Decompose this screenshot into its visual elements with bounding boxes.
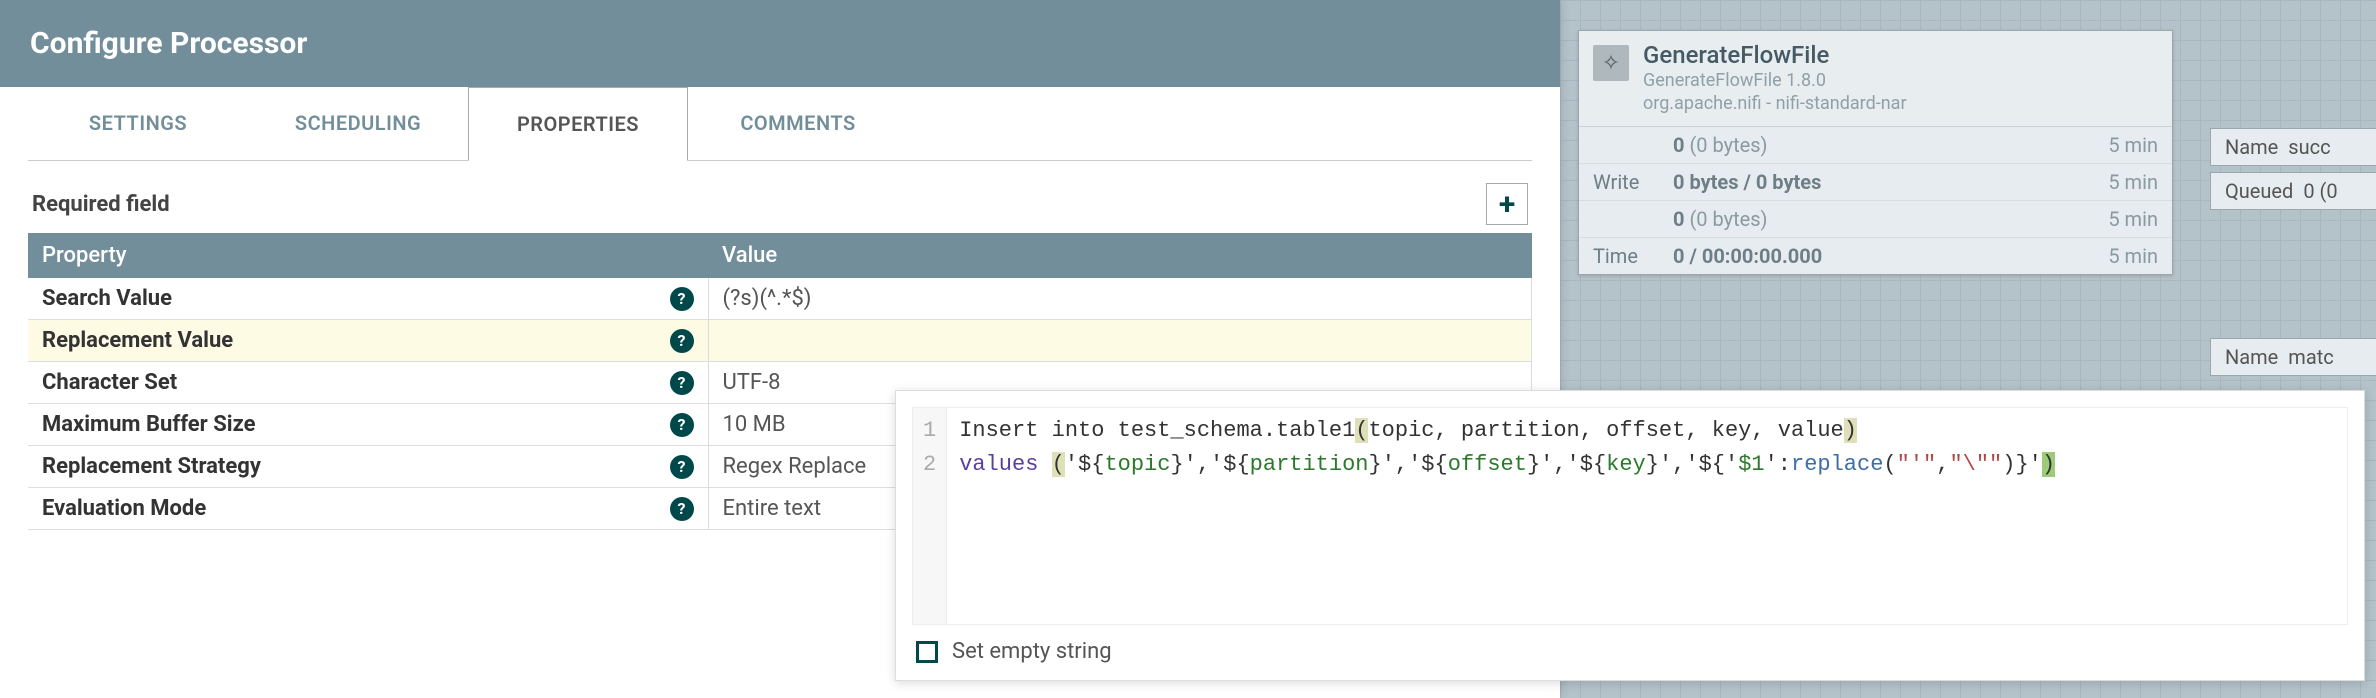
processor-title: GenerateFlowFile	[1643, 41, 1907, 69]
stat-time: 5 min	[2108, 244, 2158, 268]
processor-subtitle-version: GenerateFlowFile 1.8.0	[1643, 69, 1907, 92]
stat-time: 5 min	[2108, 170, 2158, 194]
property-name: Replacement Value	[42, 328, 233, 353]
set-empty-string-checkbox[interactable]	[916, 641, 938, 663]
tab-settings[interactable]: SETTINGS	[28, 87, 248, 160]
stat-value: 0 (0 bytes)	[1673, 207, 1768, 231]
line-number: 2	[923, 448, 936, 482]
processor-header: ✧ GenerateFlowFile GenerateFlowFile 1.8.…	[1579, 31, 2172, 127]
connection-label-key: Queued	[2225, 179, 2293, 203]
property-name: Maximum Buffer Size	[42, 412, 255, 437]
processor-stat-row: 0 (0 bytes) 5 min	[1579, 201, 2172, 238]
help-icon[interactable]: ?	[670, 413, 694, 437]
property-name-cell: Maximum Buffer Size?	[28, 404, 708, 446]
stat-time: 5 min	[2108, 207, 2158, 231]
set-empty-string-label: Set empty string	[952, 639, 1112, 664]
stat-label	[1593, 133, 1663, 157]
plus-icon: +	[1499, 187, 1515, 222]
property-name: Character Set	[42, 370, 177, 395]
processor-card[interactable]: ✧ GenerateFlowFile GenerateFlowFile 1.8.…	[1578, 30, 2173, 275]
property-name-cell: Evaluation Mode?	[28, 488, 708, 530]
processor-stat-row: Time 0 / 00:00:00.000 5 min	[1579, 238, 2172, 274]
processor-stat-row: 0 (0 bytes) 5 min	[1579, 127, 2172, 164]
property-name: Replacement Strategy	[42, 454, 261, 479]
property-name-cell: Search Value?	[28, 278, 708, 320]
connection-label-value: succ	[2288, 135, 2330, 159]
processor-subtitle-bundle: org.apache.nifi - nifi-standard-nar	[1643, 92, 1907, 115]
property-name-cell: Replacement Value?	[28, 320, 708, 362]
connection-label-box[interactable]: Name matc	[2210, 338, 2376, 376]
connection-label-key: Name	[2225, 135, 2278, 159]
code-gutter: 12	[913, 408, 947, 624]
connection-label-key: Name	[2225, 345, 2278, 369]
tab-properties[interactable]: PROPERTIES	[468, 87, 688, 161]
column-header-value: Value	[708, 233, 1532, 278]
processor-stat-row: Write 0 bytes / 0 bytes 5 min	[1579, 164, 2172, 201]
help-icon[interactable]: ?	[670, 497, 694, 521]
connection-label-value: matc	[2288, 345, 2333, 369]
property-row[interactable]: Replacement Value?	[28, 320, 1532, 362]
stat-label: Time	[1593, 244, 1663, 268]
property-name-cell: Character Set?	[28, 362, 708, 404]
column-header-property: Property	[28, 233, 708, 278]
stat-label: Write	[1593, 170, 1663, 194]
stat-value: 0 (0 bytes)	[1673, 133, 1768, 157]
code-editor[interactable]: 12 Insert into test_schema.table1(topic,…	[912, 407, 2348, 625]
value-editor-popup: 12 Insert into test_schema.table1(topic,…	[895, 390, 2365, 681]
help-icon[interactable]: ?	[670, 287, 694, 311]
property-name: Evaluation Mode	[42, 496, 206, 521]
help-icon[interactable]: ?	[670, 329, 694, 353]
stat-label	[1593, 207, 1663, 231]
stat-time: 5 min	[2108, 133, 2158, 157]
add-property-button[interactable]: +	[1486, 183, 1528, 225]
connection-label-value: 0 (0	[2303, 179, 2337, 203]
line-number: 1	[923, 414, 936, 448]
property-value-cell[interactable]: (?s)(^.*$)	[708, 278, 1532, 320]
dialog-title: Configure Processor	[0, 0, 1560, 87]
help-icon[interactable]: ?	[670, 371, 694, 395]
tab-comments[interactable]: COMMENTS	[688, 87, 908, 160]
property-name: Search Value	[42, 286, 172, 311]
tab-scheduling[interactable]: SCHEDULING	[248, 87, 468, 160]
required-field-label: Required field	[32, 192, 170, 217]
connection-label-box[interactable]: Name succ	[2210, 128, 2376, 166]
connection-label-box[interactable]: Queued 0 (0	[2210, 172, 2376, 210]
property-name-cell: Replacement Strategy?	[28, 446, 708, 488]
property-value-cell[interactable]	[708, 320, 1532, 362]
dialog-tabs: SETTINGSSCHEDULINGPROPERTIESCOMMENTS	[28, 87, 1532, 161]
processor-type-icon: ✧	[1593, 45, 1629, 81]
help-icon[interactable]: ?	[670, 455, 694, 479]
processor-stats-rows: 0 (0 bytes) 5 min Write 0 bytes / 0 bytes 5…	[1579, 127, 2172, 274]
stat-value: 0 / 00:00:00.000	[1673, 244, 1822, 268]
code-content[interactable]: Insert into test_schema.table1(topic, pa…	[947, 408, 2067, 624]
stat-value: 0 bytes / 0 bytes	[1673, 170, 1821, 194]
property-row[interactable]: Search Value?(?s)(^.*$)	[28, 278, 1532, 320]
